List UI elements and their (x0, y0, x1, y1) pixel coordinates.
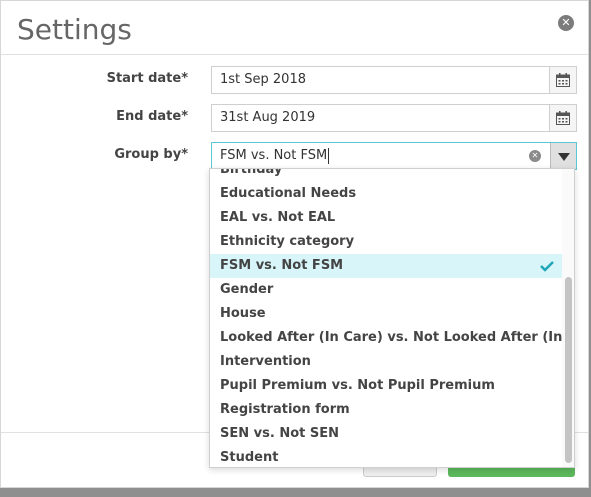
dropdown-option[interactable]: Looked After (In Care) vs. Not Looked Af… (210, 326, 574, 350)
dropdown-option-label: House (220, 306, 266, 321)
dropdown-option-label: EAL vs. Not EAL (220, 210, 336, 225)
group-by-select[interactable]: FSM vs. Not FSM ✕ (211, 142, 577, 170)
dropdown-option-label: SEN vs. Not SEN (220, 426, 339, 441)
dropdown-option-label: Gender (220, 282, 274, 297)
dropdown-option[interactable]: Educational Needs (210, 182, 562, 206)
dropdown-option[interactable]: Birthday (210, 168, 562, 182)
dropdown-option[interactable]: EAL vs. Not EAL (210, 206, 562, 230)
dropdown-option[interactable]: Pupil Premium vs. Not Pupil Premium (210, 374, 562, 398)
end-date-value: 31st Aug 2019 (220, 110, 316, 125)
group-by-label: Group by* (114, 147, 188, 162)
dropdown-option-label: Student (220, 450, 279, 465)
dropdown-option-label: Registration form (220, 402, 350, 417)
end-date-row: End date* 31st Aug 2019 (1, 104, 588, 132)
chevron-down-icon[interactable] (550, 143, 576, 169)
dropdown-option[interactable]: Ethnicity category (210, 230, 562, 254)
calendar-icon[interactable] (549, 105, 576, 131)
dropdown-option-label: Birthday (220, 168, 283, 177)
scrollbar-thumb[interactable] (565, 277, 572, 463)
dialog-header: Settings ✕ (1, 1, 588, 55)
end-date-label: End date* (116, 109, 188, 124)
dropdown-option[interactable]: Gender (210, 278, 562, 302)
clear-icon[interactable]: ✕ (529, 150, 541, 162)
check-icon (540, 261, 554, 272)
close-icon[interactable]: ✕ (558, 15, 574, 31)
text-cursor (328, 148, 329, 164)
dropdown-options: Birthday Educational Needs EAL vs. Not EAL… (210, 168, 574, 467)
dropdown-option[interactable]: Student (210, 446, 562, 467)
dropdown-option-label: Educational Needs (220, 186, 357, 201)
scrollbar[interactable] (562, 169, 574, 467)
dropdown-option-label: Ethnicity category (220, 234, 355, 249)
dropdown-option[interactable]: FSM vs. Not FSM (210, 254, 562, 278)
dropdown-option[interactable]: Registration form (210, 398, 562, 422)
end-date-field[interactable]: 31st Aug 2019 (211, 104, 577, 132)
group-by-row: Group by* FSM vs. Not FSM ✕ (1, 142, 588, 170)
dropdown-option[interactable]: Intervention (210, 350, 562, 374)
start-date-label: Start date* (106, 71, 188, 86)
dropdown-option-label: Intervention (220, 354, 311, 369)
dropdown-option-label: Looked After (In Care) vs. Not Looked Af… (220, 330, 575, 345)
calendar-icon[interactable] (549, 67, 576, 93)
start-date-row: Start date* 1st Sep 2018 (1, 66, 588, 94)
dropdown-option[interactable]: House (210, 302, 562, 326)
dropdown-option-label: FSM vs. Not FSM (220, 258, 344, 273)
start-date-field[interactable]: 1st Sep 2018 (211, 66, 577, 94)
group-by-dropdown-list: Birthday Educational Needs EAL vs. Not EAL… (209, 168, 575, 468)
start-date-value: 1st Sep 2018 (220, 72, 306, 87)
dialog-title: Settings (17, 13, 132, 46)
group-by-value: FSM vs. Not FSM (220, 148, 328, 163)
dropdown-option[interactable]: SEN vs. Not SEN (210, 422, 562, 446)
dropdown-option-label: Pupil Premium vs. Not Pupil Premium (220, 378, 495, 393)
